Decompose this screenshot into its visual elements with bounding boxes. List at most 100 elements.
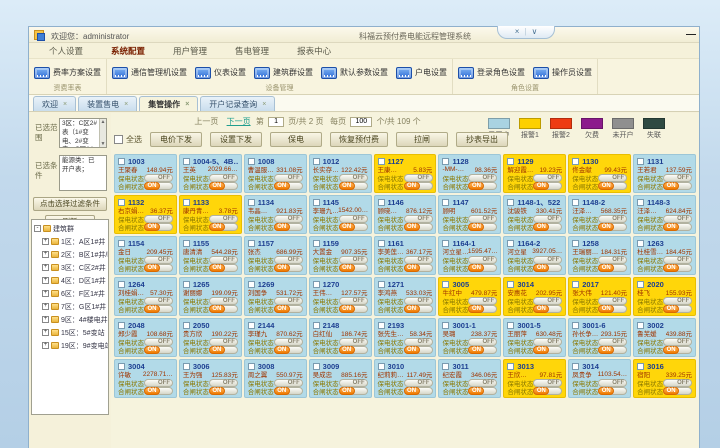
tab-close-icon[interactable]: × [185, 101, 189, 108]
power-hold-toggle[interactable]: OFF [663, 297, 692, 305]
ribbon-button-building-group[interactable]: 建筑群设置 [254, 67, 313, 79]
prev-page-link[interactable]: 上一页 [194, 117, 218, 126]
switch-toggle[interactable]: ON [274, 387, 303, 395]
tree-root[interactable]: -建筑群 [34, 222, 108, 235]
choose-filter-button[interactable]: 点击选择过滤条件 [33, 197, 107, 211]
tab-batch-ops[interactable]: 集管操作× [139, 96, 198, 111]
power-hold-toggle[interactable]: OFF [533, 215, 562, 223]
switch-toggle[interactable]: ON [663, 387, 692, 395]
switch-toggle[interactable]: ON [404, 305, 433, 313]
power-hold-toggle[interactable]: OFF [663, 379, 692, 387]
range-scrollbar[interactable]: ▲ ▼ [99, 119, 106, 147]
power-hold-toggle[interactable]: OFF [404, 297, 433, 305]
switch-toggle[interactable]: ON [209, 387, 238, 395]
ribbon-button-comm-manager[interactable]: 通信管理机设置 [112, 67, 187, 79]
switch-toggle[interactable]: ON [663, 264, 692, 272]
expand-icon[interactable]: + [42, 251, 49, 258]
tree-item-0[interactable]: +1区：A区1#井 [34, 235, 108, 248]
tab-close-icon[interactable]: × [63, 101, 67, 108]
tree-item-2[interactable]: +3区：C区2#井（1#变… [34, 261, 108, 274]
selected-condition-listbox[interactable]: 能源类：已开户表； [59, 155, 107, 191]
power-hold-toggle[interactable]: OFF [598, 174, 627, 182]
switch-toggle[interactable]: ON [598, 223, 627, 231]
power-hold-toggle[interactable]: OFF [339, 256, 368, 264]
menu-item-system[interactable]: 系统配置 [97, 45, 159, 57]
power-hold-toggle[interactable]: OFF [663, 256, 692, 264]
power-hold-toggle[interactable]: OFF [274, 256, 303, 264]
power-hold-toggle[interactable]: OFF [404, 174, 433, 182]
expand-icon[interactable]: + [42, 342, 49, 349]
switch-toggle[interactable]: ON [468, 182, 497, 190]
power-hold-toggle[interactable]: OFF [144, 297, 173, 305]
power-hold-toggle[interactable]: OFF [598, 379, 627, 387]
switch-toggle[interactable]: ON [598, 387, 627, 395]
selected-range-listbox[interactable]: 3区：C区2#表（1#变电、2#变电、C区1#表） ▲ ▼ [59, 118, 107, 148]
switch-toggle[interactable]: ON [339, 346, 368, 354]
action-button-price-dispatch[interactable]: 电价下发 [150, 132, 202, 147]
tree-item-1[interactable]: +2区：B区1#井/B区1#… [34, 248, 108, 261]
ribbon-button-operator[interactable]: 操作员设置 [533, 67, 592, 79]
power-hold-toggle[interactable]: OFF [209, 174, 238, 182]
switch-toggle[interactable]: ON [274, 346, 303, 354]
power-hold-toggle[interactable]: OFF [339, 297, 368, 305]
power-hold-toggle[interactable]: OFF [274, 338, 303, 346]
power-hold-toggle[interactable]: OFF [598, 297, 627, 305]
tab-close-icon[interactable]: × [262, 101, 266, 108]
power-hold-toggle[interactable]: OFF [468, 215, 497, 223]
menu-item-sales[interactable]: 售电管理 [221, 45, 283, 57]
select-all-checkbox[interactable] [114, 135, 123, 144]
switch-toggle[interactable]: ON [274, 264, 303, 272]
switch-toggle[interactable]: ON [404, 346, 433, 354]
expand-icon[interactable]: + [42, 277, 49, 284]
tree-item-8[interactable]: +19区：9#变电站（2#… [34, 339, 108, 352]
ribbon-button-household-power[interactable]: 户电设置 [396, 67, 447, 79]
expand-icon[interactable]: + [42, 264, 49, 271]
switch-toggle[interactable]: ON [144, 182, 173, 190]
action-button-restore-prepaid[interactable]: 恢复预付费 [330, 132, 388, 147]
action-button-settings-dispatch[interactable]: 设置下发 [210, 132, 262, 147]
switch-toggle[interactable]: ON [533, 264, 562, 272]
switch-toggle[interactable]: ON [339, 182, 368, 190]
switch-toggle[interactable]: ON [598, 305, 627, 313]
power-hold-toggle[interactable]: OFF [468, 297, 497, 305]
switch-toggle[interactable]: ON [598, 346, 627, 354]
scroll-down-icon[interactable]: ▼ [101, 141, 106, 147]
power-hold-toggle[interactable]: OFF [468, 256, 497, 264]
switch-toggle[interactable]: ON [274, 182, 303, 190]
switch-toggle[interactable]: ON [144, 264, 173, 272]
power-hold-toggle[interactable]: OFF [663, 215, 692, 223]
collapse-ribbon-icon[interactable]: ∨ [526, 27, 542, 36]
switch-toggle[interactable]: ON [209, 346, 238, 354]
power-hold-toggle[interactable]: OFF [144, 215, 173, 223]
power-hold-toggle[interactable]: OFF [468, 379, 497, 387]
expand-icon[interactable]: + [42, 238, 49, 245]
switch-toggle[interactable]: ON [144, 346, 173, 354]
expand-icon[interactable]: + [42, 303, 49, 310]
switch-toggle[interactable]: ON [598, 182, 627, 190]
power-hold-toggle[interactable]: OFF [339, 338, 368, 346]
menu-item-personal[interactable]: 个人设置 [35, 45, 97, 57]
switch-toggle[interactable]: ON [663, 346, 692, 354]
next-page-link[interactable]: 下一页 [227, 117, 251, 126]
switch-toggle[interactable]: ON [404, 182, 433, 190]
ribbon-button-meter[interactable]: 仪表设置 [195, 67, 246, 79]
switch-toggle[interactable]: ON [144, 305, 173, 313]
menu-item-reports[interactable]: 报表中心 [283, 45, 345, 57]
power-hold-toggle[interactable]: OFF [404, 338, 433, 346]
switch-toggle[interactable]: ON [533, 305, 562, 313]
switch-toggle[interactable]: ON [404, 387, 433, 395]
tree-item-4[interactable]: +6区：F区1#井（F区1#… [34, 287, 108, 300]
switch-toggle[interactable]: ON [209, 264, 238, 272]
power-hold-toggle[interactable]: OFF [598, 338, 627, 346]
minimize-icon[interactable]: — [686, 29, 696, 40]
switch-toggle[interactable]: ON [533, 346, 562, 354]
power-hold-toggle[interactable]: OFF [598, 215, 627, 223]
power-hold-toggle[interactable]: OFF [533, 297, 562, 305]
power-hold-toggle[interactable]: OFF [339, 174, 368, 182]
switch-toggle[interactable]: ON [533, 223, 562, 231]
power-hold-toggle[interactable]: OFF [144, 338, 173, 346]
tree-item-5[interactable]: +7区：G区1#井 [34, 300, 108, 313]
switch-toggle[interactable]: ON [274, 305, 303, 313]
switch-toggle[interactable]: ON [339, 264, 368, 272]
ribbon-button-rate-plan[interactable]: 费率方案设置 [34, 67, 101, 79]
